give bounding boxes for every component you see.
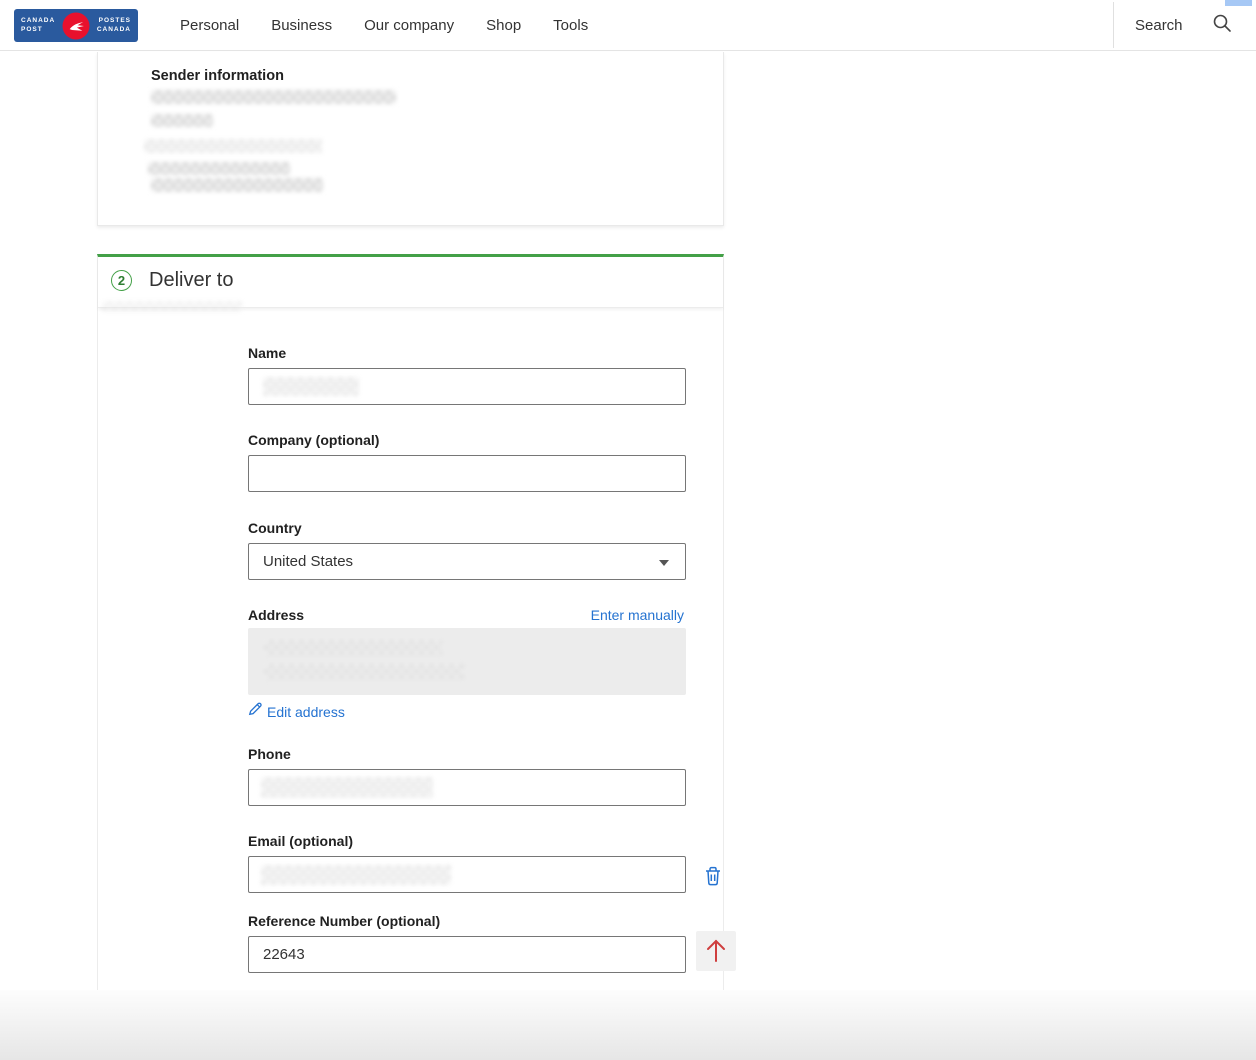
redacted-address-line (264, 664, 464, 680)
chevron-down-icon (659, 560, 669, 566)
logo-postes-text: POSTES (99, 18, 131, 25)
sender-information-title: Sender information (151, 68, 284, 84)
redacted-sender-line (151, 114, 213, 127)
nav-item-personal[interactable]: Personal (180, 17, 239, 34)
country-select[interactable]: United States (248, 543, 686, 580)
country-label: Country (248, 520, 302, 536)
logo-text-right: POSTES CANADA (97, 18, 131, 33)
company-input[interactable] (248, 455, 686, 492)
address-display-box (248, 628, 686, 695)
enter-manually-link[interactable]: Enter manually (591, 607, 684, 623)
company-label: Company (optional) (248, 432, 379, 448)
logo-canada-text: CANADA (21, 18, 55, 25)
search-label: Search (1135, 17, 1183, 34)
name-input[interactable] (248, 368, 686, 405)
edit-address-link[interactable]: Edit address (248, 702, 345, 721)
redacted-fragment (102, 301, 242, 312)
redacted-sender-line (148, 162, 290, 175)
reference-number-label: Reference Number (optional) (248, 913, 440, 929)
logo-text-left: CANADA POST (21, 18, 55, 33)
name-label: Name (248, 345, 286, 361)
redacted-phone-value (261, 777, 433, 798)
edit-address-label: Edit address (267, 704, 345, 720)
step-2-badge: 2 (111, 270, 132, 291)
nav-item-business[interactable]: Business (271, 17, 332, 34)
country-selected-value: United States (263, 553, 353, 570)
phone-input[interactable] (248, 769, 686, 806)
deliver-to-title: Deliver to (149, 269, 233, 292)
address-label: Address (248, 607, 304, 623)
header-divider (1113, 2, 1114, 48)
email-label: Email (optional) (248, 833, 353, 849)
top-right-highlight-fragment (1225, 0, 1252, 6)
search-icon[interactable] (1211, 12, 1233, 39)
nav-item-shop[interactable]: Shop (486, 17, 521, 34)
pencil-icon (248, 702, 262, 721)
phone-label: Phone (248, 746, 291, 762)
canada-post-page: CANADA POST POSTES CANADA Personal Busin… (0, 0, 1256, 1060)
search-control[interactable]: Search (1135, 0, 1233, 50)
redacted-sender-line (144, 139, 322, 153)
redacted-email-value (261, 865, 451, 885)
redacted-sender-line (151, 178, 323, 192)
scroll-to-top-button[interactable] (696, 931, 736, 971)
reference-number-input[interactable] (248, 936, 686, 973)
logo-canada-fr-text: CANADA (97, 27, 131, 34)
sender-information-card: Sender information (97, 52, 724, 226)
up-arrow-icon (704, 937, 728, 966)
redacted-name-value (263, 377, 359, 396)
page-footer-area (0, 990, 1256, 1060)
top-navigation-bar: CANADA POST POSTES CANADA Personal Busin… (0, 0, 1256, 51)
trash-icon[interactable] (703, 865, 723, 887)
logo-wing-icon (63, 12, 90, 39)
redacted-sender-line (151, 90, 396, 104)
email-input[interactable] (248, 856, 686, 893)
main-nav: Personal Business Our company Shop Tools (180, 0, 588, 50)
deliver-to-card: 2 Deliver to Name Company (optional) Cou… (97, 254, 724, 990)
canada-post-logo[interactable]: CANADA POST POSTES CANADA (14, 9, 138, 42)
nav-item-tools[interactable]: Tools (553, 17, 588, 34)
redacted-address-line (264, 640, 442, 656)
logo-post-text: POST (21, 27, 55, 34)
nav-item-our-company[interactable]: Our company (364, 17, 454, 34)
